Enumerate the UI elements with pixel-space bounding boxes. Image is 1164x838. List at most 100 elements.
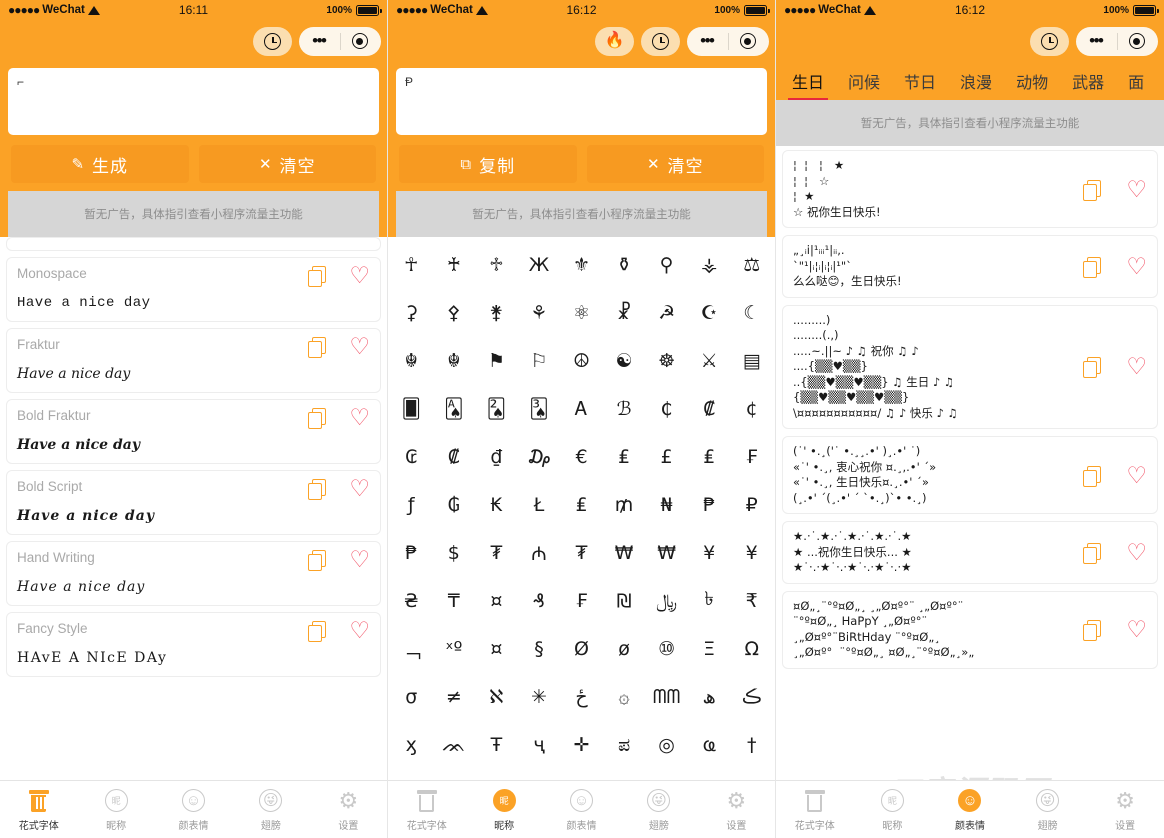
symbol-cell[interactable]: ₱ xyxy=(688,481,731,529)
font-card[interactable]: Fancy Style HAvE A NIcE DAy ♡ xyxy=(6,612,381,677)
symbol-cell[interactable]: ᨏ xyxy=(433,721,476,769)
symbol-cell[interactable]: ₩ xyxy=(603,529,646,577)
symbol-cell[interactable]: ₹ xyxy=(730,577,773,625)
symbol-cell[interactable]: ⚱ xyxy=(603,241,646,289)
symbol-cell[interactable]: ☪ xyxy=(688,289,731,337)
tab-wings[interactable]: 😜 翅膀 xyxy=(620,781,697,838)
tab-wings[interactable]: 😜 翅膀 xyxy=(232,781,309,838)
art-card[interactable]: „¸ᵢi|¹ᵢᵢᵢ¹|ᵢᵢ,. `"¹|ᵢ¦ᵢ|ᵢ¦ᵢ|¹"` 么么哒😊，生日快… xyxy=(782,235,1158,298)
copy-icon[interactable] xyxy=(308,550,327,571)
symbol-cell[interactable]: ⚵ xyxy=(475,289,518,337)
tab-settings[interactable]: ⚙ 设置 xyxy=(310,781,387,838)
heart-icon[interactable]: ♡ xyxy=(1126,618,1147,641)
symbol-cell[interactable]: ৳ xyxy=(688,577,731,625)
symbol-cell[interactable]: ҩ xyxy=(688,721,731,769)
font-card[interactable]: Hand Writing Have a nice day ♡ xyxy=(6,541,381,606)
symbol-cell[interactable]: £ xyxy=(645,433,688,481)
copy-icon[interactable] xyxy=(1083,543,1102,565)
copy-icon[interactable] xyxy=(1083,620,1102,642)
font-card[interactable]: Bold Fraktur Have a nice day ♡ xyxy=(6,399,381,464)
category-tab-0[interactable]: 生日 xyxy=(780,69,836,100)
art-card[interactable]: ★.·˙.★.·˙.★.·˙.★.·˙.★ ★ ...祝你生日快乐... ★ ★… xyxy=(782,521,1158,584)
target-icon[interactable] xyxy=(351,33,368,49)
heart-icon[interactable]: ♡ xyxy=(349,406,370,429)
font-card[interactable]: Fraktur Have a nice day ♡ xyxy=(6,328,381,393)
more-dots-icon[interactable]: ••• xyxy=(1089,32,1104,49)
category-tab-6[interactable]: 面 xyxy=(1116,69,1156,100)
symbol-cell[interactable]: $ xyxy=(433,529,476,577)
symbol-cell[interactable]: ₰ xyxy=(518,577,561,625)
symbol-cell[interactable]: ⚔ xyxy=(688,337,731,385)
symbol-cell[interactable]: ⚑ xyxy=(475,337,518,385)
heart-icon[interactable]: ♡ xyxy=(349,477,370,500)
symbol-cell[interactable]: ☯ xyxy=(603,337,646,385)
symbol-cell[interactable]: ☮ xyxy=(560,337,603,385)
heart-icon[interactable]: ♡ xyxy=(1126,463,1147,487)
tab-fancy-fonts[interactable]: 花式字体 xyxy=(776,781,854,838)
symbol-cell[interactable]: ӽ xyxy=(390,721,433,769)
art-card[interactable]: (˙' •.¸('˙ •.¸¸.•' )¸.•' ˙) «˙' •.¸, 衷心祝… xyxy=(782,436,1158,515)
font-card[interactable]: Monospace Have a nice day ♡ xyxy=(6,257,381,322)
symbol-cell[interactable]: ⚴ xyxy=(433,289,476,337)
art-card[interactable]: ¦ ¦ ¦ ★ ¦ ¦ ☆ ¦ ★ ☆ 祝你生日快乐! ♡ xyxy=(782,150,1158,229)
symbol-cell[interactable]: ₽ xyxy=(730,481,773,529)
symbol-cell[interactable]: ⚛ xyxy=(560,289,603,337)
symbol-cell[interactable]: ☬ xyxy=(433,337,476,385)
symbol-cell[interactable]: ₥ xyxy=(603,481,646,529)
symbol-cell[interactable]: ₮ xyxy=(475,529,518,577)
text-input-area[interactable]: Ᵽ xyxy=(396,68,767,135)
tab-nickname[interactable]: 昵 昵称 xyxy=(465,781,542,838)
symbol-cell[interactable]: ₱ xyxy=(390,529,433,577)
heart-icon[interactable]: ♡ xyxy=(1126,541,1147,564)
art-card[interactable]: .........) ........(.,) .....~.||~ ♪ ♫ 祝… xyxy=(782,304,1158,430)
symbol-cell[interactable]: ¥ xyxy=(688,529,731,577)
category-tab-1[interactable]: 问候 xyxy=(836,69,892,100)
tab-settings[interactable]: ⚙ 设置 xyxy=(1086,781,1164,838)
symbol-cell[interactable]: Ω xyxy=(730,625,773,673)
category-tab-2[interactable]: 节日 xyxy=(892,69,948,100)
tab-wings[interactable]: 😜 翅膀 xyxy=(1009,781,1087,838)
more-dots-icon[interactable]: ••• xyxy=(700,32,715,49)
hot-button[interactable]: 🔥 xyxy=(595,26,634,56)
symbol-cell[interactable]: ☥ xyxy=(390,241,433,289)
tab-kaomoji[interactable]: ☺ 颜表情 xyxy=(155,781,232,838)
symbol-cell[interactable]: σ xyxy=(390,673,433,721)
symbol-cell[interactable]: ø xyxy=(603,625,646,673)
symbol-cell[interactable]: ₩ xyxy=(645,529,688,577)
symbol-cell[interactable]: ﹁ xyxy=(390,625,433,673)
symbol-cell[interactable]: € xyxy=(560,433,603,481)
symbol-cell[interactable]: ◎ xyxy=(645,721,688,769)
tab-kaomoji[interactable]: ☺ 颜表情 xyxy=(931,781,1009,838)
symbol-cell[interactable]: ₴ xyxy=(390,577,433,625)
copy-icon[interactable] xyxy=(308,337,327,358)
symbol-cell[interactable]: ھ xyxy=(688,673,731,721)
symbol-cell[interactable]: ⚲ xyxy=(645,241,688,289)
target-icon[interactable] xyxy=(1128,33,1145,49)
text-input-area[interactable]: ⌐ xyxy=(8,68,379,135)
target-icon[interactable] xyxy=(739,33,756,49)
symbol-cell[interactable]: § xyxy=(518,625,561,673)
symbol-cell[interactable]: ℵ xyxy=(475,673,518,721)
symbol-cell[interactable]: ₤ xyxy=(603,433,646,481)
symbol-cell[interactable]: ₣ xyxy=(730,433,773,481)
symbol-cell[interactable]: ♰ xyxy=(433,241,476,289)
font-card[interactable]: Bold Script Have a nice day ♡ xyxy=(6,470,381,535)
symbol-cell[interactable]: 🂡 xyxy=(433,385,476,433)
symbol-cell[interactable]: Ł xyxy=(518,481,561,529)
wechat-capsule[interactable]: ••• xyxy=(299,26,381,56)
symbol-cell[interactable]: ☬ xyxy=(390,337,433,385)
symbol-cell[interactable]: ⚘ xyxy=(518,289,561,337)
symbol-cell[interactable]: ₭ xyxy=(475,481,518,529)
art-card[interactable]: ¤Ø„¸¨°º¤Ø„¸ ¸„Ø¤º°¨ ¸„Ø¤º°¨ ¨°º¤Ø„¸ HaPp… xyxy=(782,590,1158,669)
symbol-cell[interactable]: ⚜ xyxy=(560,241,603,289)
symbol-cell[interactable]: ⚖ xyxy=(730,241,773,289)
symbol-cell[interactable]: ♱ xyxy=(475,241,518,289)
heart-icon[interactable]: ♡ xyxy=(1126,254,1147,278)
symbol-cell[interactable]: ₲ xyxy=(433,481,476,529)
copy-icon[interactable] xyxy=(1083,465,1102,487)
symbol-cell[interactable]: ¥ xyxy=(730,529,773,577)
copy-icon[interactable] xyxy=(1083,256,1102,278)
symbol-cell[interactable]: ƒ xyxy=(390,481,433,529)
symbol-cell[interactable]: ₸ xyxy=(433,577,476,625)
symbol-cell[interactable]: ₡ xyxy=(688,385,731,433)
